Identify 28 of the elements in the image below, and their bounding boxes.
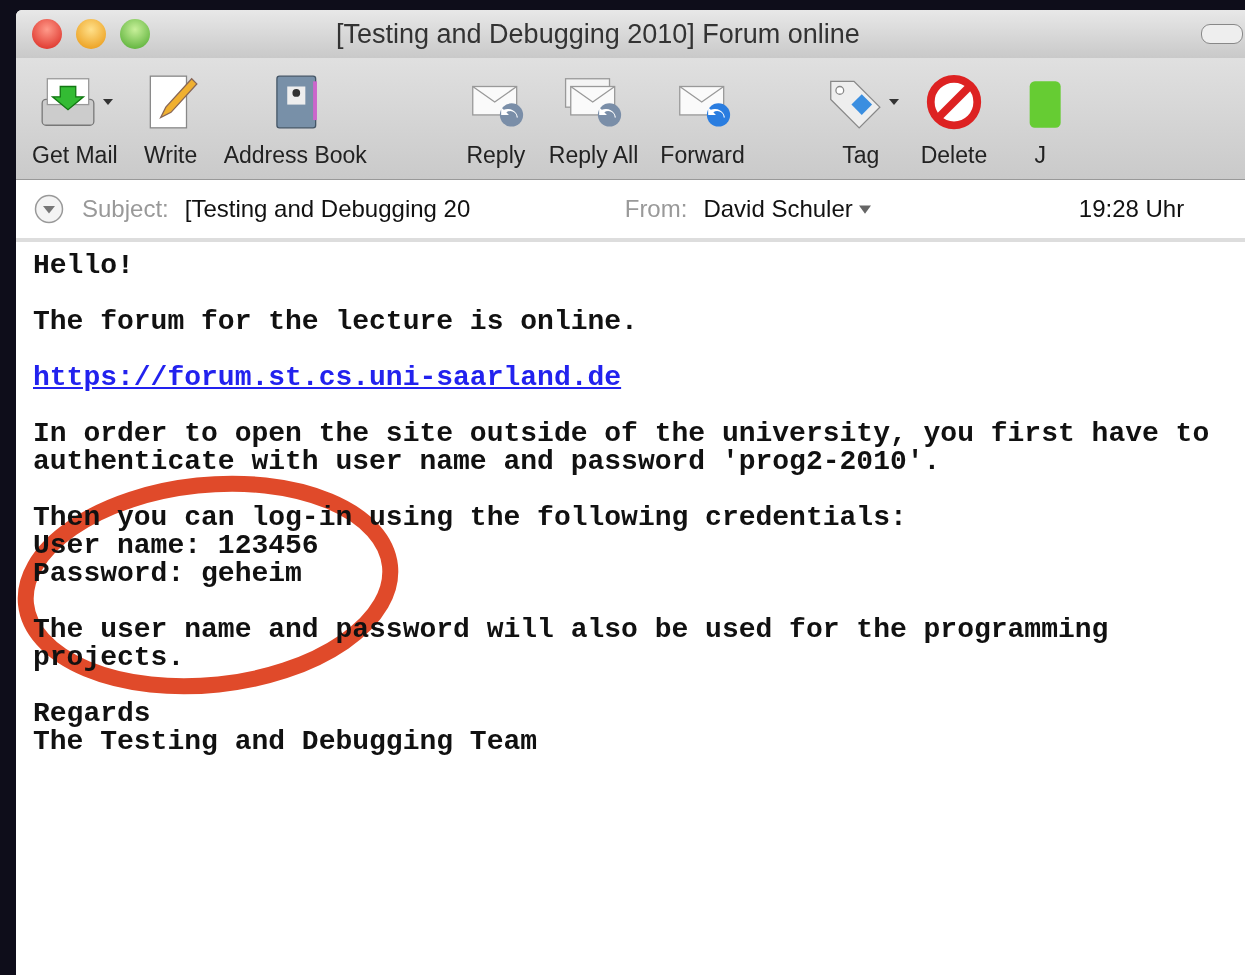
toolbar-button[interactable]: Reply	[456, 70, 535, 169]
toolbar-button[interactable]: Get Mail	[24, 70, 126, 169]
toolbar-button[interactable]: Address Book	[215, 70, 375, 169]
toolbar-button[interactable]: Write	[131, 70, 210, 169]
toolbar-button[interactable]: Tag	[814, 70, 907, 169]
sender-name[interactable]: David Schuler	[703, 195, 853, 223]
body-text-line: In order to open the site outside of the university, you first have to	[33, 420, 1210, 448]
toolbar-button[interactable]: J	[1001, 70, 1080, 169]
toolbar-button[interactable]: Forward	[652, 70, 753, 169]
dropdown-caret-icon[interactable]	[888, 99, 899, 105]
body-text-line: authenticate with user name and password 'prog2-2010'.	[33, 448, 941, 476]
dropdown-caret-icon[interactable]	[102, 99, 113, 105]
body-text-line: Hello!	[33, 252, 134, 280]
toolbar-toggle-button[interactable]	[1201, 24, 1243, 44]
from-label: From:	[624, 195, 688, 223]
window-title: [Testing and Debugging 2010] Forum online	[336, 18, 860, 50]
toolbar-button[interactable]: Reply All	[540, 70, 647, 169]
body-text-line: Regards	[33, 700, 151, 728]
expand-toggle-icon[interactable]	[34, 194, 64, 224]
forum-link[interactable]: https://forum.st.cs.uni-saarland.de	[33, 364, 622, 392]
toolbar-button[interactable]: Delete	[912, 70, 996, 169]
subject-label: Subject:	[82, 195, 169, 223]
body-text-line: The forum for the lecture is online.	[33, 308, 638, 336]
body-text-line: The Testing and Debugging Team	[33, 728, 538, 756]
message-time: 19:28 Uhr	[1078, 195, 1185, 223]
close-button[interactable]	[32, 19, 62, 49]
caret-icon[interactable]	[858, 203, 871, 215]
subject-value: [Testing and Debugging 20	[184, 195, 472, 223]
